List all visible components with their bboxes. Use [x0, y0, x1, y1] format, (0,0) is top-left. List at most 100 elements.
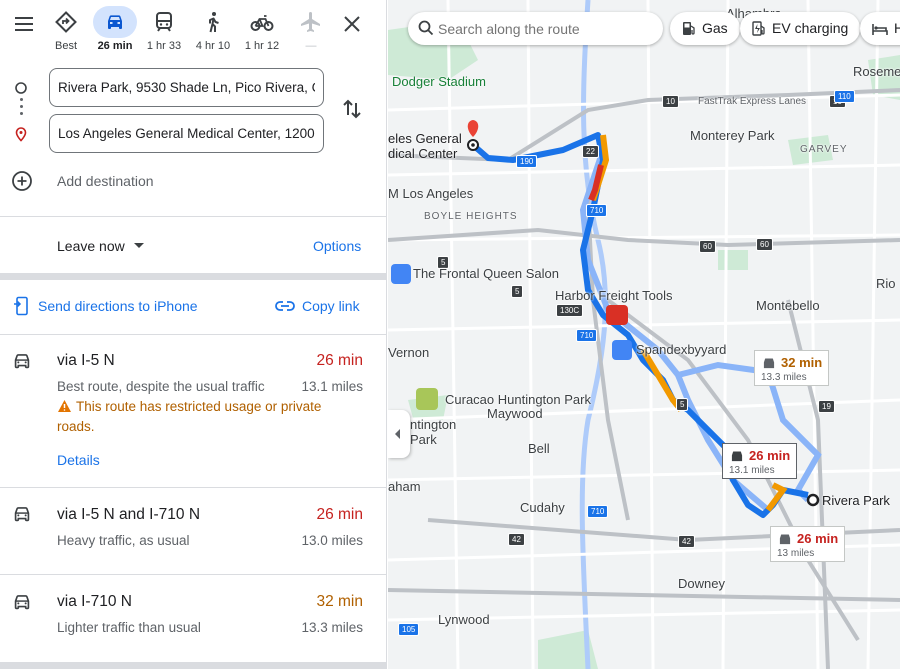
highway-shield: 710: [586, 204, 608, 217]
route-option-1[interactable]: via I-5 N 26 min Best route, despite the…: [0, 335, 386, 487]
mode-walk[interactable]: 4 hr 10: [193, 8, 233, 56]
callout-distance: 13.1 miles: [729, 465, 775, 476]
store-icon[interactable]: [416, 388, 438, 410]
mode-best[interactable]: Best: [46, 8, 86, 56]
add-destination-button[interactable]: Add destination: [0, 168, 386, 194]
route-description: Lighter traffic than usual: [57, 620, 201, 635]
map-label-rivera-park: Rivera Park: [822, 493, 890, 508]
collapse-panel-button[interactable]: [388, 410, 410, 458]
map-label-boyle-heights: BOYLE HEIGHTS: [424, 211, 518, 222]
destination-pin-icon: [15, 127, 27, 142]
route-option-3[interactable]: via I-710 N 32 min Lighter traffic than …: [0, 575, 386, 661]
highway-shield: 22: [582, 145, 599, 158]
map-label-monterey-park: Monterey Park: [690, 128, 775, 143]
car-icon: [14, 507, 30, 522]
map-label-maywood: Maywood: [487, 406, 543, 421]
details-link[interactable]: Details: [57, 452, 100, 468]
gas-station-icon: [683, 22, 695, 35]
swap-icon[interactable]: [340, 97, 364, 121]
airplane-icon: [301, 12, 320, 32]
close-icon[interactable]: [340, 12, 364, 36]
chip-label: H: [894, 20, 900, 36]
chip-hotels[interactable]: H: [860, 12, 900, 45]
highway-shield: 130C: [556, 304, 584, 317]
map-label-huntington-2: Park: [410, 432, 437, 447]
shopping-bag-icon[interactable]: [612, 340, 632, 360]
directions-panel: Best 26 min 1 hr 33 4 hr 10 1 hr 12 — Ri…: [0, 0, 387, 669]
origin-input[interactable]: [49, 68, 324, 107]
highway-shield: 42: [508, 533, 525, 546]
options-button[interactable]: Options: [313, 238, 361, 254]
train-icon: [156, 12, 172, 32]
car-icon: [14, 595, 30, 610]
route-callout-i5[interactable]: 26 min 13.1 miles: [722, 443, 798, 479]
map-base-layer: [388, 0, 900, 669]
map-label-hospital-2: dical Center: [388, 146, 458, 161]
route-warning-text: This route has restricted usage or priva…: [57, 399, 322, 434]
map-label-graham: aham: [388, 479, 421, 494]
divider: [0, 273, 386, 280]
highway-shield: 19: [818, 400, 835, 413]
highway-shield: 60: [699, 240, 716, 253]
chevron-left-icon: [395, 429, 400, 439]
map-label-garvey: GARVEY: [800, 144, 848, 155]
destination-input[interactable]: [49, 114, 324, 153]
highway-shield: 710: [587, 505, 609, 518]
chip-label: Gas: [702, 20, 728, 36]
map-label-dodger: Dodger Stadium: [392, 74, 486, 89]
mode-bike[interactable]: 1 hr 12: [242, 8, 282, 56]
hotel-bed-icon: [872, 24, 888, 35]
route-callout-i5-710[interactable]: 26 min 13 miles: [770, 526, 846, 562]
shopping-bag-icon[interactable]: [391, 264, 411, 284]
route-description: Heavy traffic, as usual: [57, 533, 190, 548]
search-along-route[interactable]: [408, 12, 663, 45]
search-input[interactable]: [438, 12, 653, 45]
route-callout-710[interactable]: 32 min 13.3 miles: [754, 350, 830, 386]
route-name: via I-5 N: [57, 352, 115, 369]
callout-time: 26 min: [749, 448, 791, 463]
map-canvas[interactable]: 101011019022710606055130C710519427104210…: [388, 0, 900, 669]
callout-distance: 13.3 miles: [761, 372, 807, 383]
car-icon: [779, 534, 791, 545]
mode-flight[interactable]: —: [291, 8, 331, 56]
origin-circle-icon: [15, 82, 27, 94]
caret-down-icon: [133, 243, 144, 248]
highway-shield: 5: [676, 398, 689, 411]
divider: [0, 662, 386, 669]
maps-app: Best 26 min 1 hr 33 4 hr 10 1 hr 12 — Ri…: [0, 0, 900, 669]
diamond-directions-icon: [55, 11, 77, 33]
map-label-la: M Los Angeles: [388, 186, 474, 201]
travel-mode-bar: Best 26 min 1 hr 33 4 hr 10 1 hr 12 —: [0, 0, 386, 60]
mode-transit[interactable]: 1 hr 33: [144, 8, 184, 56]
route-distance: 13.1 miles: [301, 379, 363, 394]
map-label-harbor-freight: Harbor Freight Tools: [555, 288, 673, 303]
route-distance: 13.3 miles: [301, 620, 363, 635]
map-label-rosemead: Rosemead: [853, 64, 900, 79]
route-name: via I-710 N: [57, 593, 132, 610]
highway-shield: 110: [834, 90, 855, 103]
car-icon: [14, 354, 30, 369]
route-option-2[interactable]: via I-5 N and I-710 N 26 min Heavy traff…: [0, 488, 386, 574]
leave-now-label: Leave now: [57, 238, 125, 254]
map-label-montebello: Montebello: [756, 298, 820, 313]
harbor-freight-logo[interactable]: [606, 305, 628, 325]
route-description: Best route, despite the usual traffic: [57, 379, 265, 394]
chip-label: EV charging: [772, 20, 849, 36]
leave-now-dropdown[interactable]: Leave now: [57, 238, 144, 254]
share-row: Send directions to iPhone Copy link: [0, 290, 386, 324]
copy-link-button[interactable]: Copy link: [274, 296, 360, 316]
route-name: via I-5 N and I-710 N: [57, 506, 201, 523]
ev-charging-icon: [752, 21, 765, 36]
chip-ev-charging[interactable]: EV charging: [740, 12, 861, 45]
route-distance: 13.0 miles: [301, 533, 363, 548]
map-label-huntington-1: ntington: [410, 417, 457, 432]
callout-time: 32 min: [781, 355, 823, 370]
warning-icon: [58, 400, 71, 412]
map-label-cudahy: Cudahy: [520, 500, 565, 515]
map-label-fastrak: FastTrak Express Lanes: [698, 96, 807, 107]
chip-gas[interactable]: Gas: [670, 12, 740, 45]
send-to-phone-button[interactable]: Send directions to iPhone: [12, 296, 198, 316]
callout-distance: 13 miles: [777, 548, 815, 559]
mode-drive[interactable]: 26 min: [93, 6, 137, 56]
menu-icon[interactable]: [12, 12, 36, 36]
